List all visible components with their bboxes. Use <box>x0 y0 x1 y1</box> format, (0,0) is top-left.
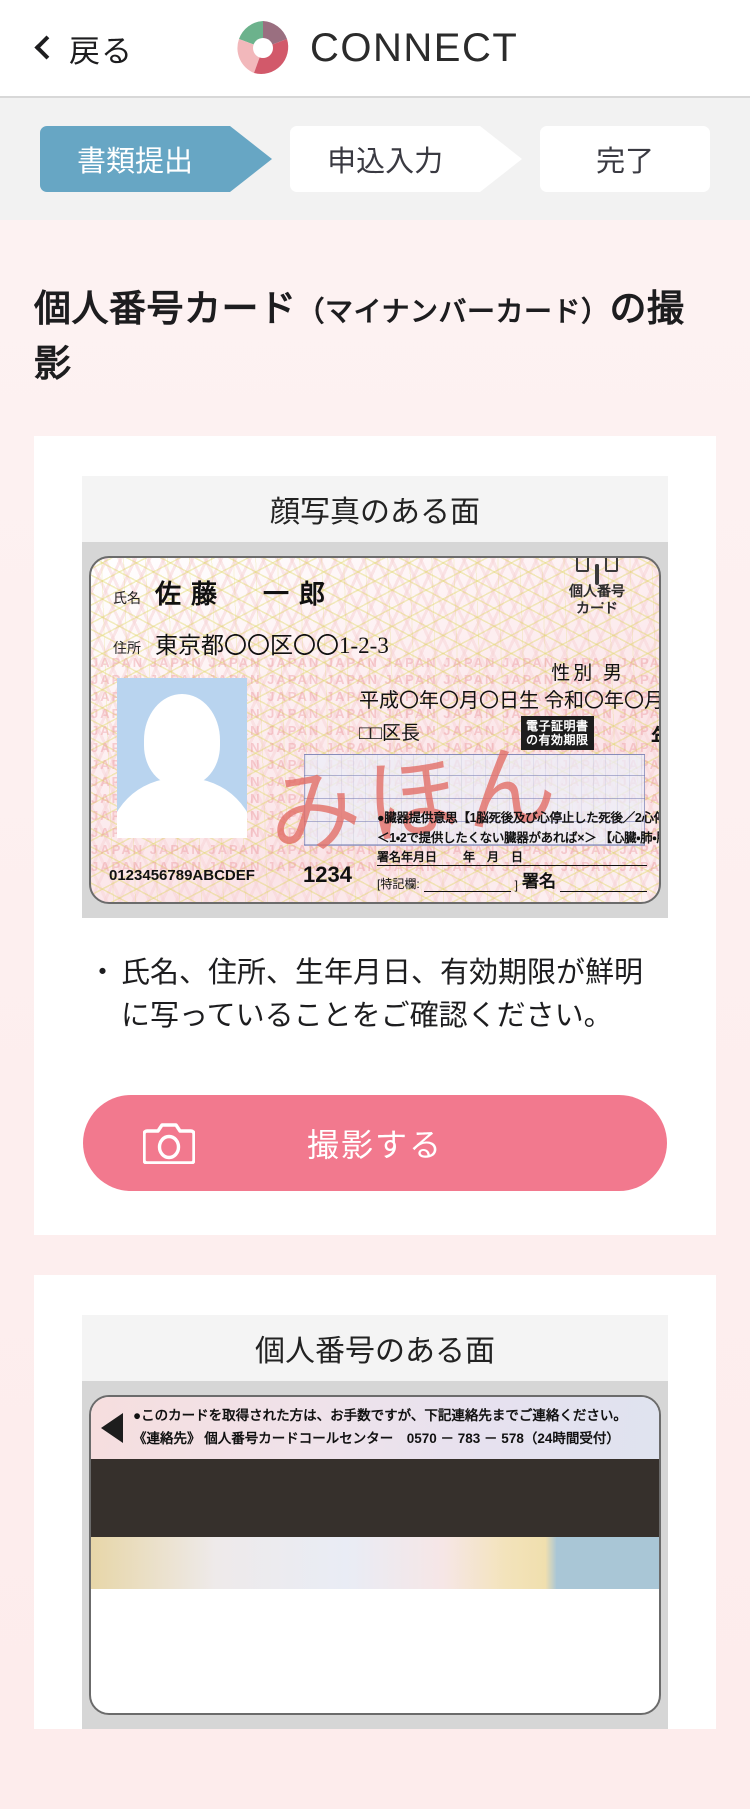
card-address-row: 住所 東京都〇〇区〇〇1-2-3 <box>113 626 389 660</box>
progress-steps: 書類提出 申込入力 完了 <box>0 98 750 220</box>
chevron-left-icon <box>34 34 59 60</box>
step-application-input[interactable]: 申込入力 <box>290 126 523 192</box>
organ-sign-date-label: 署名年月日 <box>377 849 438 864</box>
cert-expiry-ymd: 年 月 日 <box>651 720 659 752</box>
brand-name: CONNECT <box>310 25 519 70</box>
portrait-head-shape <box>144 693 220 786</box>
front-side-note: ・ 氏名、住所、生年月日、有効期限が鮮明に写っていることをご確認ください。 <box>82 918 668 1039</box>
cert-expiry-badge: 電子証明書 の有効期限 <box>521 715 594 750</box>
step-complete[interactable]: 完了 <box>540 126 710 192</box>
back-card-notice: ●このカードを取得された方は、お手数ですが、下記連絡先までご連絡ください。 《連… <box>91 1396 659 1459</box>
note-bullet: ・ <box>88 956 118 989</box>
back-button[interactable]: 戻る <box>34 26 133 71</box>
card-birth: 平成〇年〇月〇日生 <box>359 689 539 712</box>
camera-icon <box>142 1122 196 1165</box>
portrait-body-shape <box>117 777 247 838</box>
card-name-row: 氏名 佐藤 一郎 <box>113 574 335 611</box>
app-header: 戻る CONNECT <box>0 0 750 98</box>
back-card-color-stripe <box>91 1536 659 1589</box>
front-card-image: JAPAN JAPAN JAPAN JAPAN JAPAN JAPAN JAPA… <box>82 541 668 918</box>
organ-line-2: ＜1・2で提供したくない臓器があれば×＞ 【心臓・肺・肝臓・腎臓・膵臓・小腸・眼… <box>377 830 659 845</box>
back-card-notice-text: ●このカードを取得された方は、お手数ですが、下記連絡先までご連絡ください。 《連… <box>133 1405 627 1451</box>
card-gender: 性別 男 <box>551 662 625 684</box>
card-name-label: 氏名 <box>113 591 141 607</box>
cert-badge-line2: の有効期限 <box>526 732 589 747</box>
card-birth-expiry: 平成〇年〇月〇日生 令和〇年〇月〇日まで有効 <box>359 684 661 713</box>
page-body: 個人番号カード（マイナンバーカード）の撮影 顔写真のある面 JAPAN JAPA… <box>0 220 750 1809</box>
card-pin-number: 1234 <box>303 861 352 887</box>
organ-remarks-close: ] <box>514 877 519 892</box>
organ-signature-rule <box>560 878 648 892</box>
step-2-label: 申込入力 <box>327 146 444 178</box>
organ-remarks-open: [特記欄: <box>377 876 420 891</box>
organ-sign-date-row: 署名年月日 年 月 日 <box>377 848 647 866</box>
page-title-main: 個人番号カード <box>34 288 297 329</box>
card-serial-number: 0123456789ABCDEF <box>109 866 255 884</box>
card-expiry: 令和〇年〇月〇日まで有効 <box>544 689 661 712</box>
card-address-label: 住所 <box>113 641 141 657</box>
organ-donation-section: ●臓器提供意思【1脳死後及び心停止した死後／2心停止した死後のみ／3提供せず】 … <box>377 807 659 892</box>
id-card-back: ●このカードを取得された方は、お手数ですが、下記連絡先までご連絡ください。 《連… <box>89 1394 661 1715</box>
back-card-image: ●このカードを取得された方は、お手数ですが、下記連絡先までご連絡ください。 《連… <box>82 1380 668 1729</box>
step-3-label: 完了 <box>596 146 655 178</box>
page-title: 個人番号カード（マイナンバーカード）の撮影 <box>0 220 750 436</box>
step-1-label: 書類提出 <box>77 146 194 178</box>
note-text: 氏名、住所、生年月日、有効期限が鮮明に写っていることをご確認ください。 <box>121 956 644 1033</box>
cert-badge-line1: 電子証明書 <box>526 718 589 733</box>
brand-logo: CONNECT <box>232 17 518 79</box>
triangle-left-icon <box>101 1412 123 1443</box>
id-card-front: JAPAN JAPAN JAPAN JAPAN JAPAN JAPAN JAPA… <box>89 555 661 904</box>
capture-photo-button[interactable]: 撮影する <box>83 1094 667 1191</box>
back-side-heading: 個人番号のある面 <box>82 1314 668 1381</box>
page-title-paren: （マイナンバーカード） <box>296 296 610 327</box>
card-address-value: 東京都〇〇区〇〇1-2-3 <box>155 632 389 658</box>
organ-signature-label: 署名 <box>522 871 557 891</box>
card-name-value: 佐藤 一郎 <box>155 579 336 609</box>
rabbit-face-icon: ・ ・ <box>595 563 608 610</box>
back-side-panel: 個人番号のある面 ●このカードを取得された方は、お手数ですが、下記連絡先までご連… <box>34 1274 716 1729</box>
notice-line-1: ●このカードを取得された方は、お手数ですが、下記連絡先までご連絡ください。 <box>133 1407 627 1423</box>
back-button-label: 戻る <box>69 33 133 69</box>
front-side-heading: 顔写真のある面 <box>82 475 668 542</box>
organ-remarks-row: [特記欄: ] 署名 <box>377 867 648 892</box>
maina-rabbit-mascot-icon: ・ ・ 個人番号 カード <box>551 563 643 619</box>
back-card-dark-band <box>91 1458 659 1537</box>
front-side-panel: 顔写真のある面 JAPAN JAPAN JAPAN JAPAN JAPAN JA… <box>34 435 716 1235</box>
card-portrait-photo <box>117 677 247 838</box>
step-document-submission[interactable]: 書類提出 <box>40 126 273 192</box>
card-issuer: □□区長 <box>359 722 420 744</box>
organ-line-1: ●臓器提供意思【1脳死後及び心停止した死後／2心停止した死後のみ／3提供せず】 <box>377 810 659 825</box>
organ-remarks-rule <box>423 878 511 892</box>
organ-sign-date-ymd: 年 月 日 <box>463 849 524 864</box>
notice-line-2: 《連絡先》 個人番号カードコールセンター 0570 － 783 － 578（24… <box>133 1430 620 1446</box>
connect-pinwheel-logo <box>232 17 294 79</box>
